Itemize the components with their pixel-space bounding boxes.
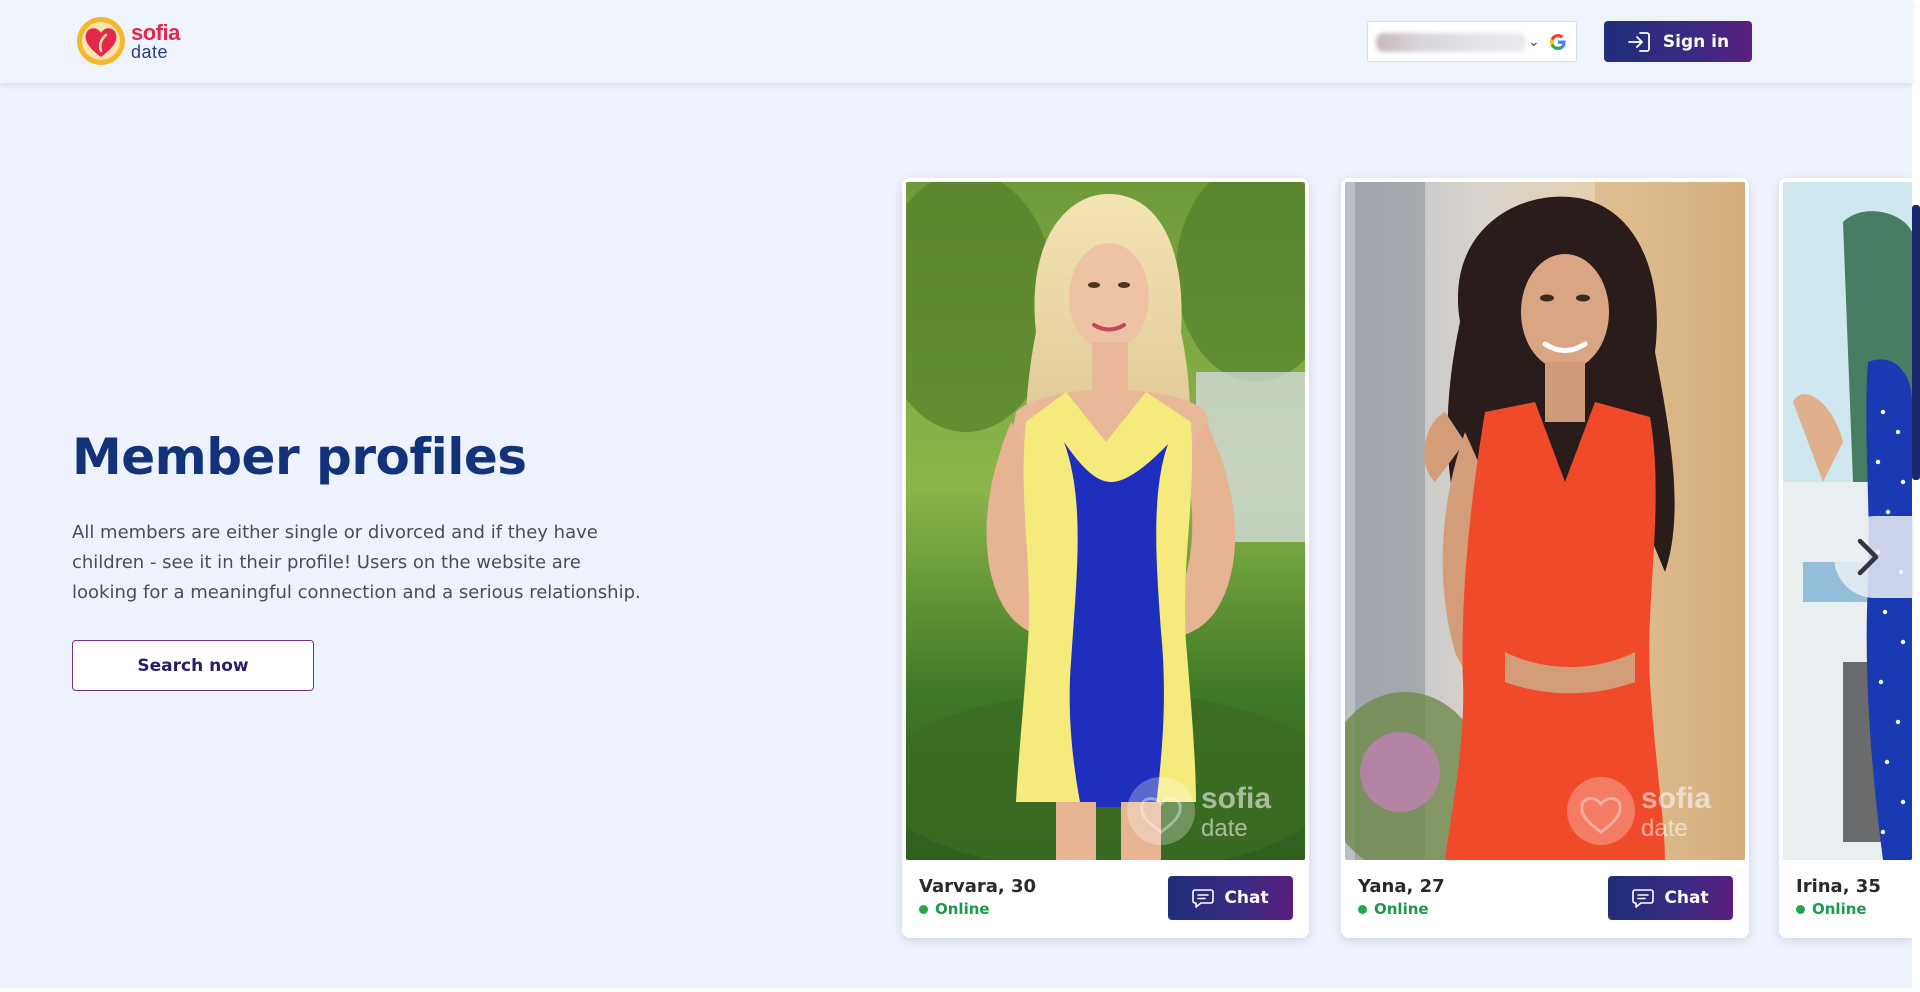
watermark-text-date: date [1641,815,1688,842]
chat-bubble-icon [1632,889,1655,908]
blurred-account-name [1376,33,1526,52]
chat-bubble-icon [1192,889,1215,908]
online-dot-icon [1358,904,1367,914]
chat-label: Chat [1664,888,1709,908]
profile-photo[interactable]: sofia date [1345,182,1745,860]
online-status: Online [1796,900,1867,918]
chevron-down-icon: ⌄ [1528,34,1540,50]
online-status: Online [919,900,990,918]
search-now-button[interactable]: Search now [72,640,314,691]
site-header: sofia date ⌄ Sign in [0,0,1912,83]
sofia-date-watermark-icon: sofia date [1127,777,1271,845]
profile-photo-image [906,182,1305,860]
profile-name[interactable]: Yana, 27 [1358,876,1445,897]
google-icon [1550,34,1566,50]
profile-name[interactable]: Irina, 35 [1796,876,1881,897]
carousel-next-button[interactable] [1834,516,1914,598]
online-status: Online [1358,900,1429,918]
page-edge [1912,0,1920,992]
watermark-text-sofia: sofia [1641,782,1711,815]
watermark-text-sofia: sofia [1201,782,1271,815]
chat-button[interactable]: Chat [1168,876,1293,920]
profile-card[interactable]: sofia date Yana, 27 Online Chat [1341,178,1749,938]
profile-photo[interactable]: sofia date [906,182,1305,860]
watermark-text-date: date [1201,815,1248,842]
profile-card[interactable]: sofia date Varvara, 30 Online Chat [902,178,1309,938]
sign-in-button[interactable]: Sign in [1604,21,1752,62]
online-dot-icon [919,904,928,914]
google-account-selector[interactable]: ⌄ [1367,21,1577,62]
status-label: Online [1374,900,1429,918]
bottom-band [0,988,1912,992]
heart-logo-icon [77,17,125,65]
logo-text-date: date [131,42,169,62]
sign-in-arrow-icon [1627,31,1650,52]
sofia-date-logo[interactable]: sofia date [75,15,190,69]
sofia-date-watermark-icon: sofia date [1567,777,1711,845]
status-label: Online [935,900,990,918]
side-scroll-indicator[interactable] [1912,205,1920,480]
online-dot-icon [1796,904,1805,914]
chat-label: Chat [1224,888,1269,908]
chevron-right-icon [1857,538,1879,576]
chat-button[interactable]: Chat [1608,876,1733,920]
profile-name[interactable]: Varvara, 30 [919,876,1036,897]
profile-photo-image [1345,182,1745,860]
sign-in-label: Sign in [1662,31,1730,52]
page-title: Member profiles [72,428,527,486]
status-label: Online [1812,900,1867,918]
hero-description: All members are either single or divorce… [72,522,641,603]
